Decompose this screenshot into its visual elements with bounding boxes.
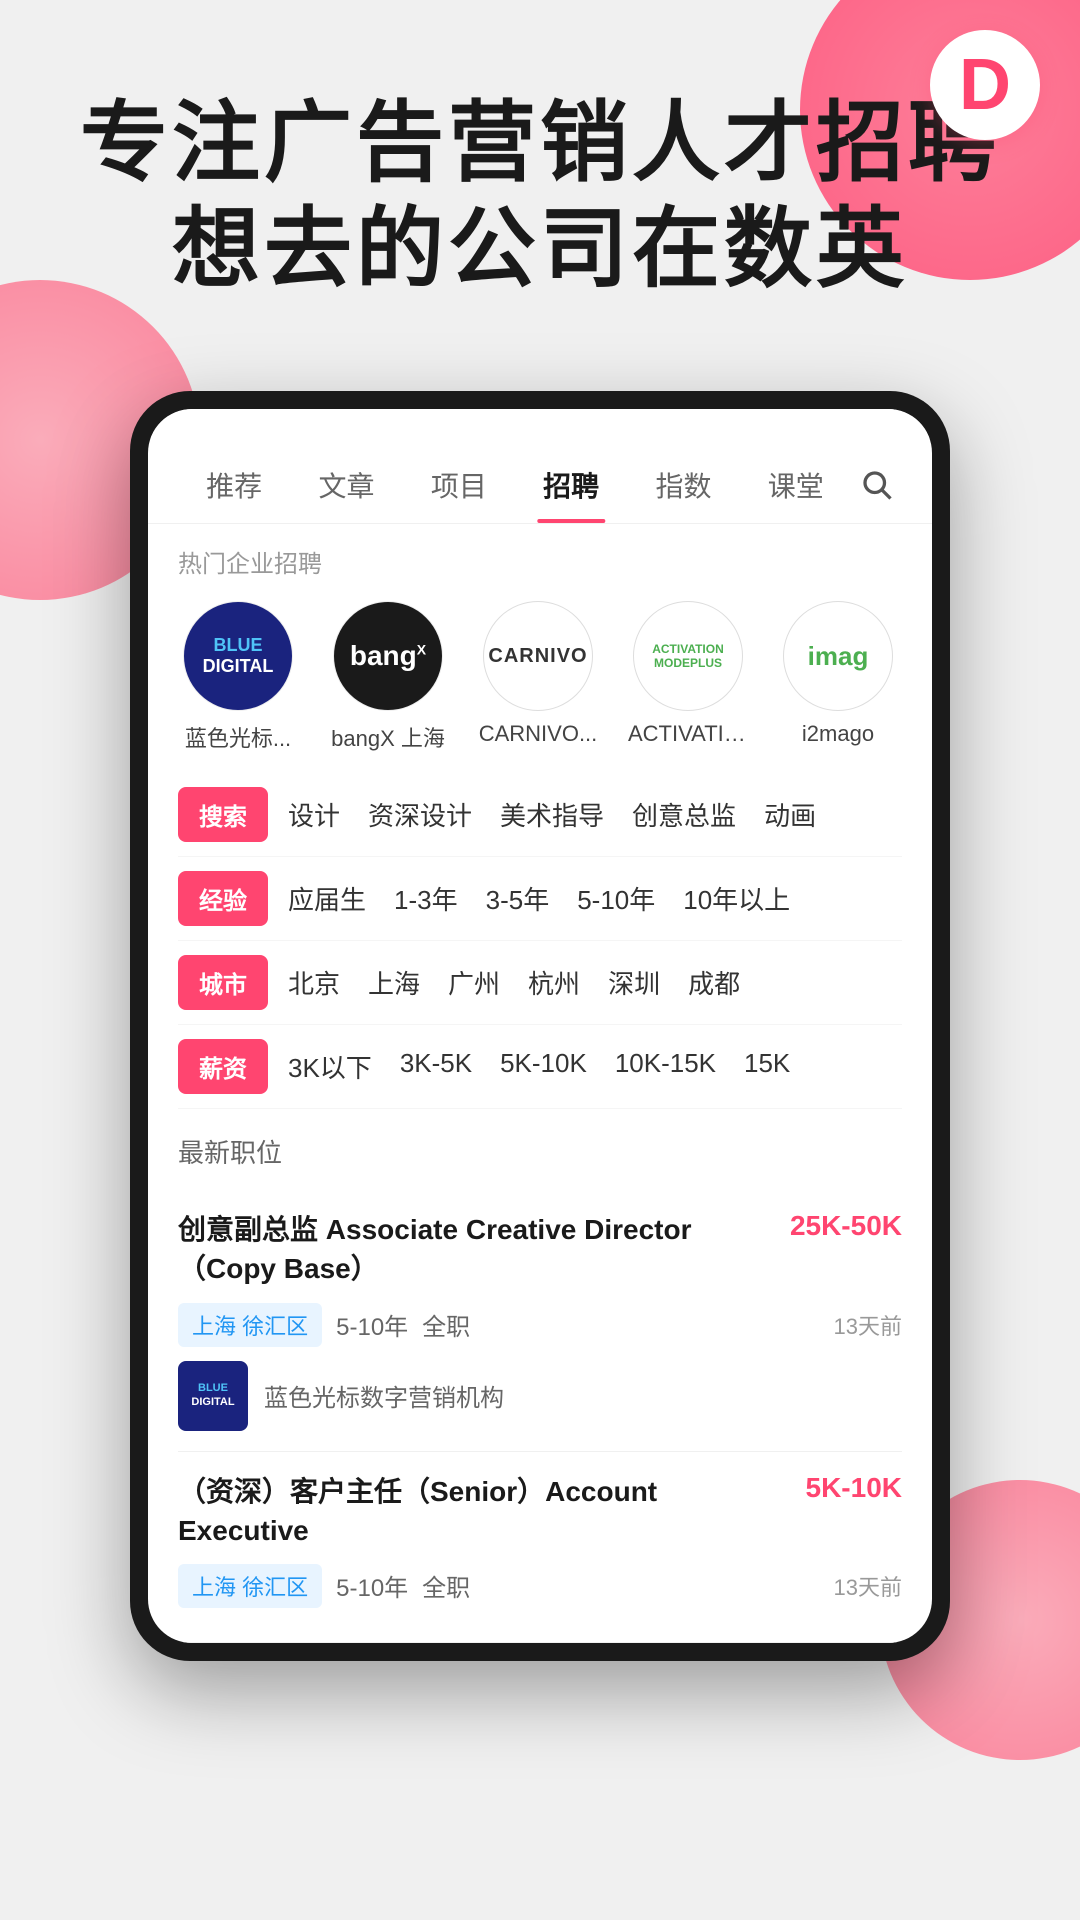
filter-opt-beijing[interactable]: 北京 — [288, 964, 340, 1001]
hero-title: 专注广告营销人才招聘 想去的公司在数英 — [60, 90, 1020, 301]
filter-opt-shanghai[interactable]: 上海 — [368, 964, 420, 1001]
filter-opt-3k-5k[interactable]: 3K-5K — [400, 1048, 472, 1085]
filter-opt-hangzhou[interactable]: 杭州 — [528, 964, 580, 1001]
job-card-2-meta: 上海 徐汇区 5-10年 全职 13天前 — [178, 1564, 902, 1608]
filter-opt-fresh[interactable]: 应届生 — [288, 880, 366, 917]
nav-tabs: 推荐 文章 项目 招聘 指数 课堂 — [148, 439, 932, 524]
company-name-activation: ACTIVATIO... — [628, 721, 748, 747]
hero-section: 专注广告营销人才招聘 想去的公司在数英 — [0, 0, 1080, 361]
phone-screen: 推荐 文章 项目 招聘 指数 课堂 热门企业招聘 — [148, 409, 932, 1643]
company-name-blue-digital: 蓝色光标... — [178, 721, 298, 753]
job-card-1-salary: 25K-50K — [790, 1210, 902, 1242]
company-item-bangx[interactable]: bangX bangX 上海 — [328, 601, 448, 753]
filter-options-search: 设计 资深设计 美术指导 创意总监 动画 — [288, 796, 902, 833]
job-card-2[interactable]: （资深）客户主任（Senior）Account Executive 5K-10K… — [178, 1452, 902, 1643]
filter-opt-senior-design[interactable]: 资深设计 — [368, 796, 472, 833]
job-card-2-experience: 5-10年 — [336, 1568, 408, 1603]
filter-opt-1-3[interactable]: 1-3年 — [394, 880, 458, 917]
job-card-1[interactable]: 创意副总监 Associate Creative Director（Copy B… — [178, 1190, 902, 1451]
filter-opt-15k[interactable]: 15K — [744, 1048, 790, 1085]
filter-opt-3k-below[interactable]: 3K以下 — [288, 1048, 372, 1085]
filter-options-city: 北京 上海 广州 杭州 深圳 成都 — [288, 964, 902, 1001]
filter-opt-shenzhen[interactable]: 深圳 — [608, 964, 660, 1001]
filter-opt-design[interactable]: 设计 — [288, 796, 340, 833]
filter-opt-guangzhou[interactable]: 广州 — [448, 964, 500, 1001]
company-item-activation[interactable]: ACTIVATIONMODEPLUS ACTIVATIO... — [628, 601, 748, 753]
company-logo-carnivo: CARNIVO — [483, 601, 593, 711]
company-logo-bangx: bangX — [333, 601, 443, 711]
filter-opt-10plus[interactable]: 10年以上 — [683, 880, 790, 917]
job-card-2-location: 上海 徐汇区 — [178, 1564, 322, 1608]
company-item-carnivo[interactable]: CARNIVO CARNIVO... — [478, 601, 598, 753]
filter-row-search: 搜索 设计 资深设计 美术指导 创意总监 动画 — [178, 773, 902, 857]
company-logo-activation: ACTIVATIONMODEPLUS — [633, 601, 743, 711]
filter-options-experience: 应届生 1-3年 3-5年 5-10年 10年以上 — [288, 880, 902, 917]
nav-search-button[interactable] — [852, 467, 902, 503]
job-card-2-title: （资深）客户主任（Senior）Account Executive — [178, 1472, 806, 1550]
job-card-2-time: 13天前 — [834, 1570, 902, 1602]
company-item-i2mago[interactable]: imag i2mago — [778, 601, 898, 753]
company-name-i2mago: i2mago — [778, 721, 898, 747]
filter-opt-5k-10k[interactable]: 5K-10K — [500, 1048, 587, 1085]
app-logo[interactable]: D — [930, 30, 1040, 140]
tab-index[interactable]: 指数 — [627, 457, 739, 513]
filter-tag-city[interactable]: 城市 — [178, 955, 268, 1010]
tab-recruit[interactable]: 招聘 — [515, 457, 627, 513]
job-card-2-type: 全职 — [422, 1568, 470, 1603]
jobs-section-title: 最新职位 — [178, 1133, 902, 1170]
filter-opt-3-5[interactable]: 3-5年 — [486, 880, 550, 917]
job-card-1-time: 13天前 — [834, 1309, 902, 1341]
filter-tag-search[interactable]: 搜索 — [178, 787, 268, 842]
status-bar — [148, 409, 932, 439]
filter-opt-10k-15k[interactable]: 10K-15K — [615, 1048, 716, 1085]
filter-row-city: 城市 北京 上海 广州 杭州 深圳 成都 — [178, 941, 902, 1025]
companies-row: BLUEDIGITAL 蓝色光标... bangX bangX 上海 CARNI… — [148, 591, 932, 773]
tab-course[interactable]: 课堂 — [740, 457, 852, 513]
tab-article[interactable]: 文章 — [290, 457, 402, 513]
filter-opt-art-director[interactable]: 美术指导 — [500, 796, 604, 833]
filter-opt-5-10[interactable]: 5-10年 — [577, 880, 655, 917]
tab-recommend[interactable]: 推荐 — [178, 457, 290, 513]
job-card-1-meta: 上海 徐汇区 5-10年 全职 13天前 — [178, 1303, 902, 1347]
jobs-section: 最新职位 创意副总监 Associate Creative Director（C… — [148, 1109, 932, 1643]
tab-project[interactable]: 项目 — [403, 457, 515, 513]
company-name-carnivo: CARNIVO... — [478, 721, 598, 747]
filter-section: 搜索 设计 资深设计 美术指导 创意总监 动画 经验 应届生 1-3年 3-5年 — [148, 773, 932, 1109]
job-card-1-type: 全职 — [422, 1307, 470, 1342]
job-card-1-title: 创意副总监 Associate Creative Director（Copy B… — [178, 1210, 790, 1288]
filter-tag-experience[interactable]: 经验 — [178, 871, 268, 926]
company-logo-blue-digital: BLUEDIGITAL — [183, 601, 293, 711]
filter-options-salary: 3K以下 3K-5K 5K-10K 10K-15K 15K — [288, 1048, 902, 1085]
hero-line1: 专注广告营销人才招聘 — [60, 90, 1020, 196]
filter-opt-animation[interactable]: 动画 — [764, 796, 816, 833]
job-card-2-header: （资深）客户主任（Senior）Account Executive 5K-10K — [178, 1472, 902, 1550]
search-icon — [859, 467, 895, 503]
filter-opt-chengdu[interactable]: 成都 — [688, 964, 740, 1001]
job-card-1-company-name: 蓝色光标数字营销机构 — [264, 1378, 504, 1413]
filter-opt-creative-director[interactable]: 创意总监 — [632, 796, 736, 833]
filter-row-salary: 薪资 3K以下 3K-5K 5K-10K 10K-15K 15K — [178, 1025, 902, 1109]
company-logo-i2mago: imag — [783, 601, 893, 711]
filter-tag-salary[interactable]: 薪资 — [178, 1039, 268, 1094]
company-item-blue-digital[interactable]: BLUEDIGITAL 蓝色光标... — [178, 601, 298, 753]
job-card-2-salary: 5K-10K — [806, 1472, 902, 1504]
hot-companies-label: 热门企业招聘 — [148, 524, 932, 591]
job-card-1-company-logo: BLUEDIGITAL — [178, 1361, 248, 1431]
job-card-1-experience: 5-10年 — [336, 1307, 408, 1342]
phone-frame: 推荐 文章 项目 招聘 指数 课堂 热门企业招聘 — [130, 391, 950, 1661]
app-logo-letter: D — [959, 44, 1011, 126]
job-card-1-location: 上海 徐汇区 — [178, 1303, 322, 1347]
phone-container: 推荐 文章 项目 招聘 指数 课堂 热门企业招聘 — [0, 391, 1080, 1661]
job-card-1-header: 创意副总监 Associate Creative Director（Copy B… — [178, 1210, 902, 1288]
company-name-bangx: bangX 上海 — [328, 721, 448, 753]
filter-row-experience: 经验 应届生 1-3年 3-5年 5-10年 10年以上 — [178, 857, 902, 941]
job-card-1-company: BLUEDIGITAL 蓝色光标数字营销机构 — [178, 1361, 902, 1431]
hero-line2: 想去的公司在数英 — [60, 196, 1020, 302]
